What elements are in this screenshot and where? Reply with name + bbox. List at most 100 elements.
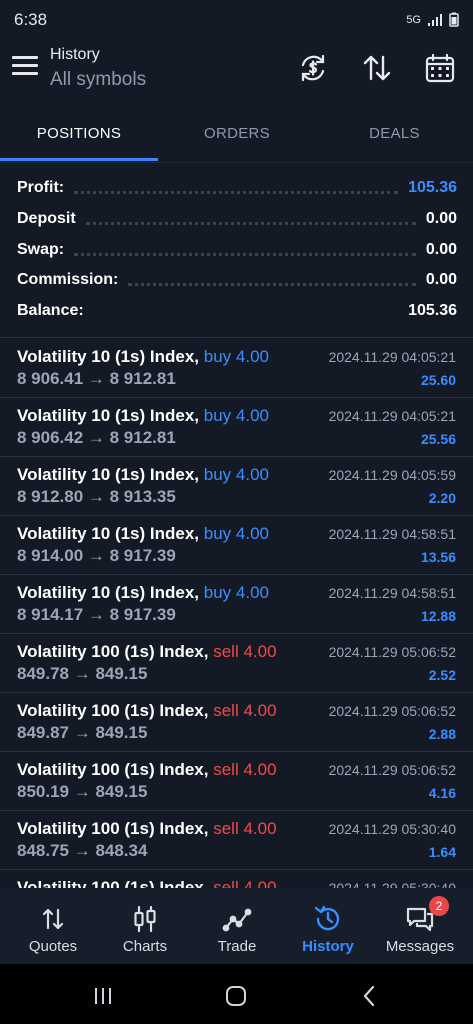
menu-icon[interactable] [12,56,38,78]
deal-side: buy 4.00 [203,347,269,366]
status-time: 6:38 [14,10,48,29]
deal-prices: 849.87 → 849.15 [17,723,148,742]
calendar-icon[interactable] [424,52,456,84]
nav-trade[interactable]: Trade [190,888,284,964]
nav-quotes[interactable]: Quotes [6,888,100,964]
nav-label: Charts [122,938,168,955]
deal-profit: 2.88 [428,726,456,742]
deal-time: 2024.11.29 04:05:59 [328,467,456,483]
trade-icon [222,904,252,934]
summary-row-deposit: Deposit 0.00 [17,204,457,234]
deal-symbol: Volatility 10 (1s) Index, [17,465,200,484]
list-item[interactable]: Volatility 10 (1s) Index, buy 4.00 8 912… [0,456,473,516]
dotted-leader [128,282,416,286]
deal-time: 2024.11.29 05:06:52 [328,762,456,778]
deal-prices: 8 914.00 → 8 917.39 [17,546,176,565]
deal-symbol: Volatility 100 (1s) Index, [17,701,209,720]
commission-label: Commission: [17,271,119,288]
nav-messages[interactable]: 2 Messages [373,888,467,964]
dotted-leader [74,190,399,194]
deal-profit: 25.56 [420,431,456,447]
positions-list: Volatility 10 (1s) Index, buy 4.00 8 906… [0,338,473,888]
deal-symbol: Volatility 100 (1s) Index, [17,760,209,779]
deal-prices: 8 912.80 → 8 913.35 [17,487,176,506]
nav-label: Messages [385,938,455,955]
deal-profit: 1.64 [428,844,456,860]
history-tabs: POSITIONS ORDERS DEALS [0,108,473,163]
profit-value: 105.36 [408,179,457,196]
history-icon [313,904,343,934]
deal-symbol: Volatility 10 (1s) Index, [17,583,200,602]
deal-time: 2024.11.29 04:05:21 [328,349,456,365]
dotted-leader [85,221,416,225]
nav-label: History [302,938,354,955]
list-item[interactable]: Volatility 10 (1s) Index, buy 4.00 8 906… [0,397,473,457]
summary-row-balance: Balance: 105.36 [17,296,457,326]
tab-positions[interactable]: POSITIONS [0,108,158,160]
nav-charts[interactable]: Charts [98,888,192,964]
list-item[interactable]: Volatility 10 (1s) Index, buy 4.00 8 914… [0,515,473,575]
summary-row-commission: Commission: 0.00 [17,265,457,295]
deal-symbol: Volatility 10 (1s) Index, [17,347,200,366]
balance-label: Balance: [17,302,84,319]
list-item[interactable]: Volatility 100 (1s) Index, sell 4.00 850… [0,751,473,811]
charts-icon [130,904,160,934]
active-tab-indicator [0,158,158,161]
list-item[interactable]: Volatility 100 (1s) Index, sell 4.00 849… [0,633,473,693]
list-item[interactable]: Volatility 10 (1s) Index, buy 4.00 8 906… [0,338,473,398]
list-item[interactable]: Volatility 100 (1s) Index, sell 4.00 202… [0,869,473,888]
tab-orders[interactable]: ORDERS [158,108,316,160]
tab-deals[interactable]: DEALS [316,108,473,160]
list-item[interactable]: Volatility 100 (1s) Index, sell 4.00 849… [0,692,473,752]
deal-symbol: Volatility 100 (1s) Index, [17,642,209,661]
sync-currency-icon[interactable] [297,52,329,84]
home-icon[interactable] [224,984,248,1008]
status-bar: 6:38 5G [0,0,473,40]
app-header: History All symbols [0,40,473,100]
deal-symbol: Volatility 10 (1s) Index, [17,406,200,425]
swap-value: 0.00 [425,241,457,258]
symbol-filter[interactable]: All symbols [50,69,146,91]
summary-row-swap: Swap: 0.00 [17,235,457,265]
deal-side: sell 4.00 [213,701,277,720]
nav-history[interactable]: History [281,888,375,964]
deal-side: buy 4.00 [203,524,269,543]
deal-prices: 8 914.17 → 8 917.39 [17,605,176,624]
balance-value: 105.36 [408,302,457,319]
summary-row-profit: Profit: 105.36 [17,173,457,203]
deal-prices: 850.19 → 849.15 [17,782,148,801]
deposit-value: 0.00 [425,210,457,227]
deal-side: sell 4.00 [213,642,277,661]
status-icons: 5G [406,12,459,27]
dotted-leader [74,252,416,256]
deal-time: 2024.11.29 04:05:21 [328,408,456,424]
deal-profit: 2.52 [428,667,456,683]
profit-label: Profit: [17,179,65,196]
deal-side: sell 4.00 [213,760,277,779]
network-type-label: 5G [406,13,421,26]
deal-profit: 2.20 [428,490,456,506]
signal-icon [428,13,442,26]
unread-badge: 2 [429,896,449,916]
deal-time: 2024.11.29 05:30:40 [328,821,456,837]
deal-symbol: Volatility 100 (1s) Index, [17,878,209,888]
deal-prices: 8 906.42 → 8 912.81 [17,428,176,447]
nav-label: Quotes [28,938,78,955]
deal-profit: 25.60 [420,372,456,388]
deal-side: sell 4.00 [213,819,277,838]
deal-time: 2024.11.29 05:30:40 [328,880,456,888]
recent-apps-icon[interactable] [91,984,115,1008]
swap-label: Swap: [17,241,65,258]
deal-profit: 12.88 [420,608,456,624]
deal-time: 2024.11.29 05:06:52 [328,644,456,660]
list-item[interactable]: Volatility 10 (1s) Index, buy 4.00 8 914… [0,574,473,634]
deal-side: buy 4.00 [203,465,269,484]
sort-icon[interactable] [361,52,393,84]
deal-time: 2024.11.29 05:06:52 [328,703,456,719]
deal-symbol: Volatility 10 (1s) Index, [17,524,200,543]
list-item[interactable]: Volatility 100 (1s) Index, sell 4.00 848… [0,810,473,870]
deal-time: 2024.11.29 04:58:51 [328,585,456,601]
quotes-icon [38,904,68,934]
back-icon[interactable] [358,984,382,1008]
commission-value: 0.00 [425,271,457,288]
